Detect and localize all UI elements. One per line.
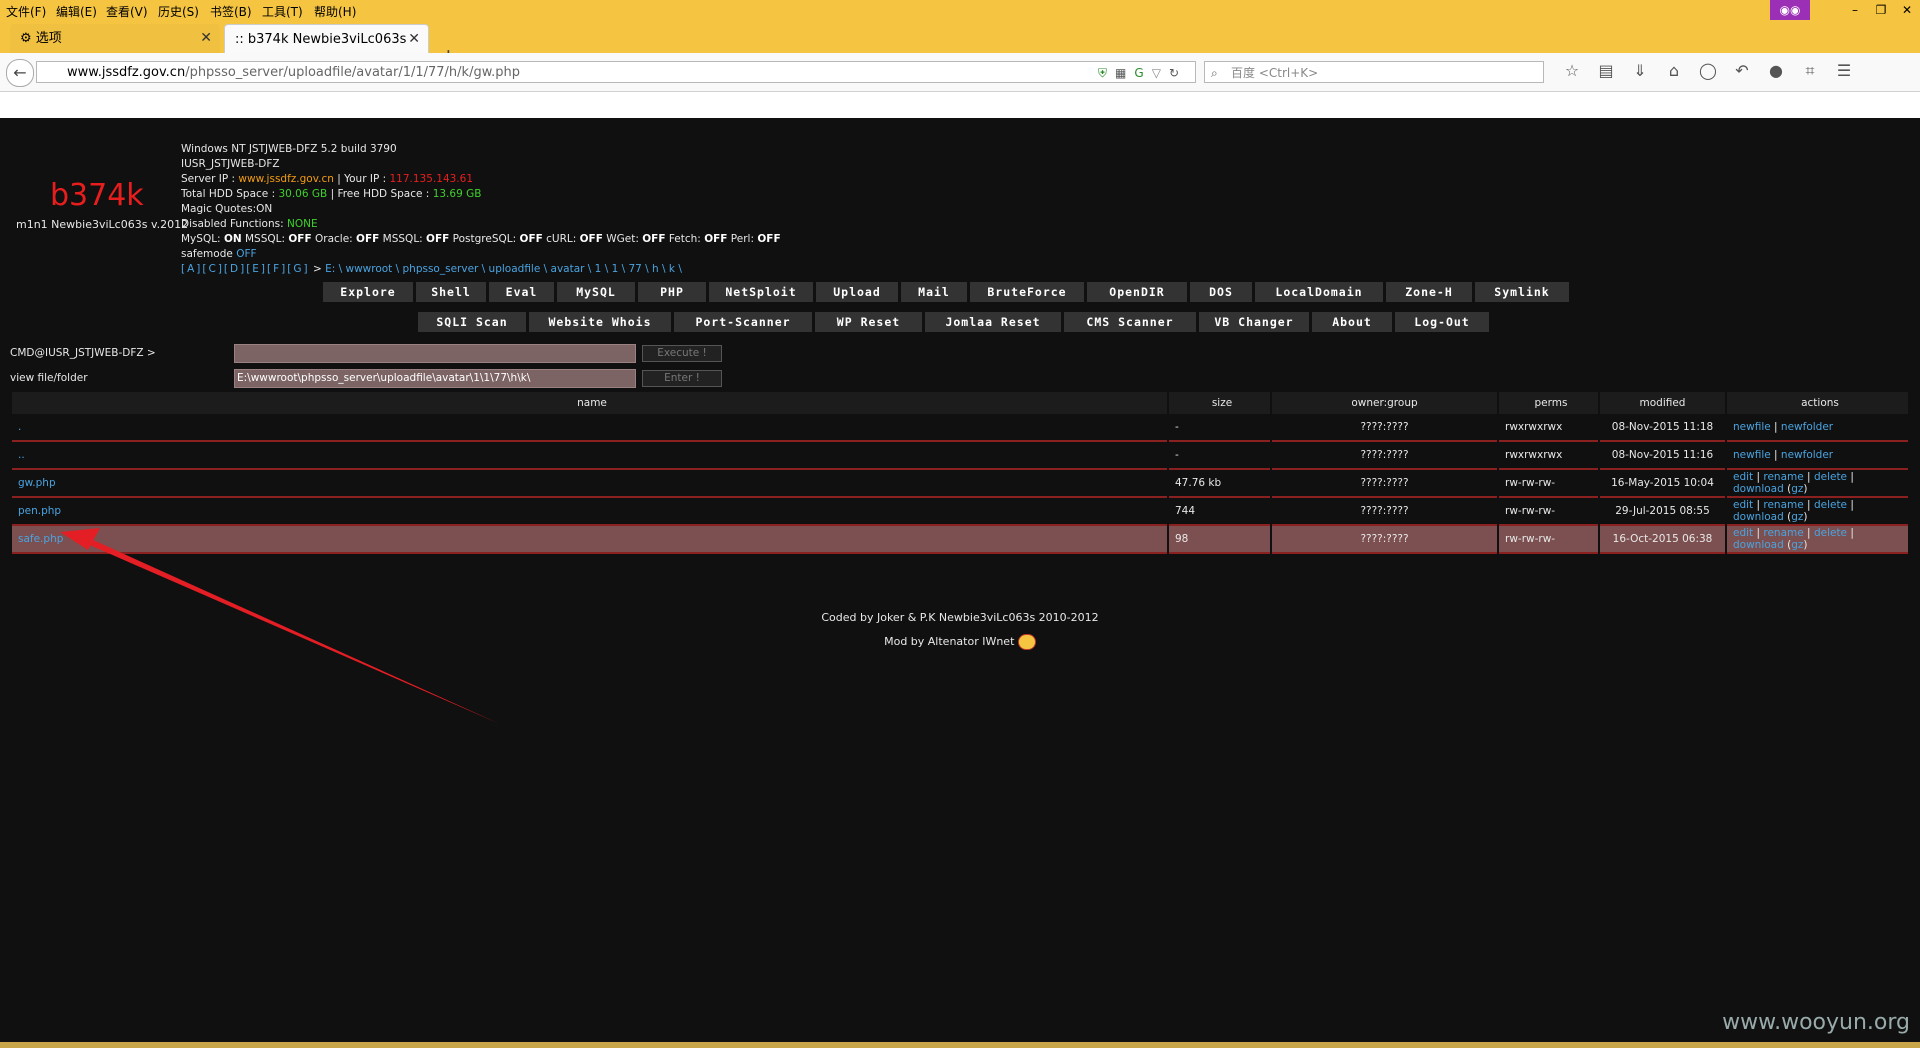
url-bar[interactable]: www.jssdfz.gov.cn/phpsso_server/uploadfi… — [36, 61, 1196, 83]
tab-options[interactable]: ⚙ 选项 ✕ — [10, 24, 220, 53]
menu-bookmarks[interactable]: 书签(B) — [210, 3, 252, 20]
annotation-arrow — [60, 528, 500, 724]
crop-icon[interactable]: ⌗ — [1793, 61, 1827, 81]
search-input[interactable]: ⌕ 百度 <Ctrl+K> — [1204, 61, 1544, 83]
page-top-strip — [0, 92, 1920, 118]
gear-icon: ⚙ — [20, 31, 32, 46]
menu-icon[interactable]: ☰ — [1827, 61, 1861, 80]
search-placeholder: 百度 <Ctrl+K> — [1231, 66, 1319, 80]
star-icon[interactable]: ☆ — [1555, 61, 1589, 80]
nav-bar: ← www.jssdfz.gov.cn/phpsso_server/upload… — [0, 53, 1920, 92]
reload-icon[interactable]: ↻ — [1169, 66, 1187, 80]
taskbar — [0, 1042, 1920, 1048]
chat-icon[interactable]: ◯ — [1691, 61, 1725, 80]
tab-bar: ⚙ 选项 ✕ :: b374k Newbie3viLc063s 2... ✕ + — [0, 20, 1920, 76]
g-icon[interactable]: G — [1134, 66, 1151, 80]
menu-bar: 文件(F) 编辑(E) 查看(V) 历史(S) 书签(B) 工具(T) 帮助(H… — [0, 0, 1920, 20]
url-path: /phpsso_server/uploadfile/avatar/1/1/77/… — [185, 65, 521, 80]
menu-tools[interactable]: 工具(T) — [262, 3, 303, 20]
download-icon[interactable]: ⇓ — [1623, 61, 1657, 80]
back-button[interactable]: ← — [6, 59, 34, 87]
tab-close-icon[interactable]: ✕ — [200, 24, 212, 53]
menu-help[interactable]: 帮助(H) — [314, 3, 356, 20]
chat-bubble-icon[interactable]: ● — [1759, 61, 1793, 80]
home-icon[interactable]: ⌂ — [1657, 61, 1691, 80]
reader-icon[interactable]: ▤ — [1589, 61, 1623, 80]
shell-page: b374k m1n1 Newbie3viLc063s v.2012 Window… — [0, 118, 1920, 1042]
private-mask-icon: ◉◉ — [1770, 0, 1810, 20]
toolbar-icons: ☆ ▤ ⇓ ⌂ ◯ ↶ ● ⌗ ☰ — [1555, 61, 1861, 81]
qr-icon[interactable]: ▦ — [1115, 66, 1134, 80]
shield-icon[interactable]: ⛨ — [1098, 66, 1115, 80]
url-host: www.jssdfz.gov.cn — [67, 65, 186, 80]
minimize-icon[interactable]: – — [1842, 0, 1868, 20]
arrow-shape — [78, 535, 500, 724]
tab-active[interactable]: :: b374k Newbie3viLc063s 2... ✕ — [224, 24, 429, 76]
dropdown-icon[interactable]: ▽ — [1152, 66, 1169, 80]
url-bar-icons: ⛨▦G▽↻ — [1098, 62, 1187, 84]
tab-close-icon[interactable]: ✕ — [408, 25, 420, 54]
tab-label: 选项 — [35, 31, 62, 46]
window-controls: – ❐ ✕ — [1842, 0, 1920, 20]
close-icon[interactable]: ✕ — [1894, 0, 1920, 20]
menu-edit[interactable]: 编辑(E) — [56, 3, 97, 20]
search-icon: ⌕ — [1211, 66, 1218, 80]
menu-file[interactable]: 文件(F) — [6, 3, 46, 20]
menu-view[interactable]: 查看(V) — [106, 3, 148, 20]
undo-icon[interactable]: ↶ — [1725, 61, 1759, 80]
watermark: www.wooyun.org — [1722, 1010, 1910, 1035]
restore-icon[interactable]: ❐ — [1868, 0, 1894, 20]
menu-history[interactable]: 历史(S) — [158, 3, 199, 20]
